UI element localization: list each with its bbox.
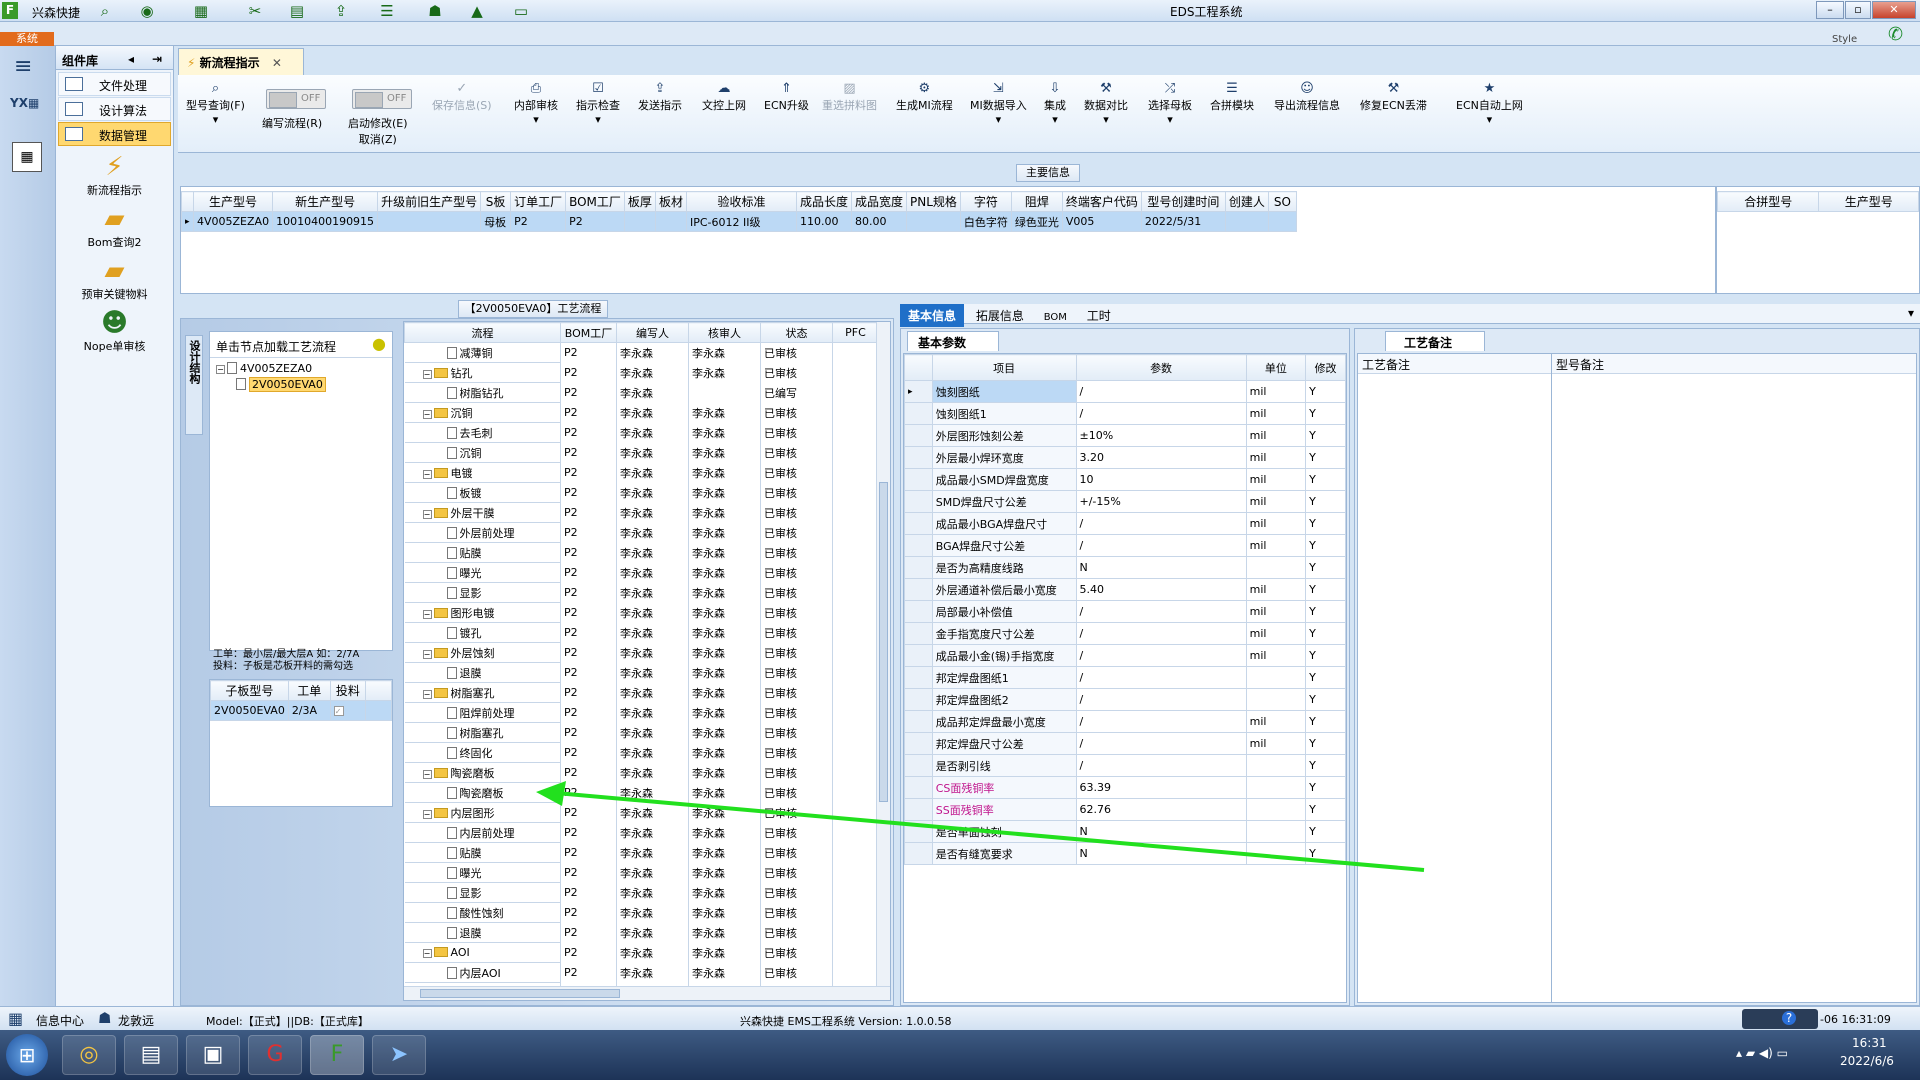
clock[interactable]: 16:31 (1852, 1036, 1887, 1050)
save-icon[interactable]: ▣ (186, 1035, 240, 1075)
help-icon: ? (1782, 1011, 1796, 1025)
annotation-arrow (536, 781, 1425, 872)
start-button[interactable]: ⊞ (6, 1034, 48, 1076)
eds-app-icon[interactable]: F (310, 1035, 364, 1075)
date[interactable]: 2022/6/6 (1840, 1054, 1894, 1068)
explorer-icon[interactable]: ◎ (62, 1035, 116, 1075)
model-db-label: Model:【正式】||DB:【正式库】 (206, 1015, 369, 1028)
info-center-label[interactable]: 信息中心 (36, 1012, 84, 1029)
version-label: 兴森快捷 EMS工程系统 Version: 1.0.0.58 (740, 1015, 952, 1028)
status-time: -06 16:31:09 (1820, 1013, 1891, 1026)
tray-popup[interactable]: ? (1742, 1009, 1818, 1029)
grid-icon[interactable]: ▦ (8, 1009, 23, 1028)
user-icon: ☗ (98, 1009, 112, 1027)
taskbar: ⊞ ◎ ▤ ▣ G F ➤ ▴ ▰ ◀) ▭ 16:31 2022/6/6 (0, 1030, 1920, 1080)
app-g-icon[interactable]: G (248, 1035, 302, 1075)
status-bar: ▦ 信息中心 ☗ 龙敦远 Model:【正式】||DB:【正式库】 兴森快捷 E… (0, 1006, 1920, 1030)
user-name: 龙敦远 (118, 1014, 155, 1028)
tray-icons[interactable]: ▴ ▰ ◀) ▭ (1736, 1046, 1788, 1060)
feather-icon[interactable]: ➤ (372, 1035, 426, 1075)
notepad-icon[interactable]: ▤ (124, 1035, 178, 1075)
